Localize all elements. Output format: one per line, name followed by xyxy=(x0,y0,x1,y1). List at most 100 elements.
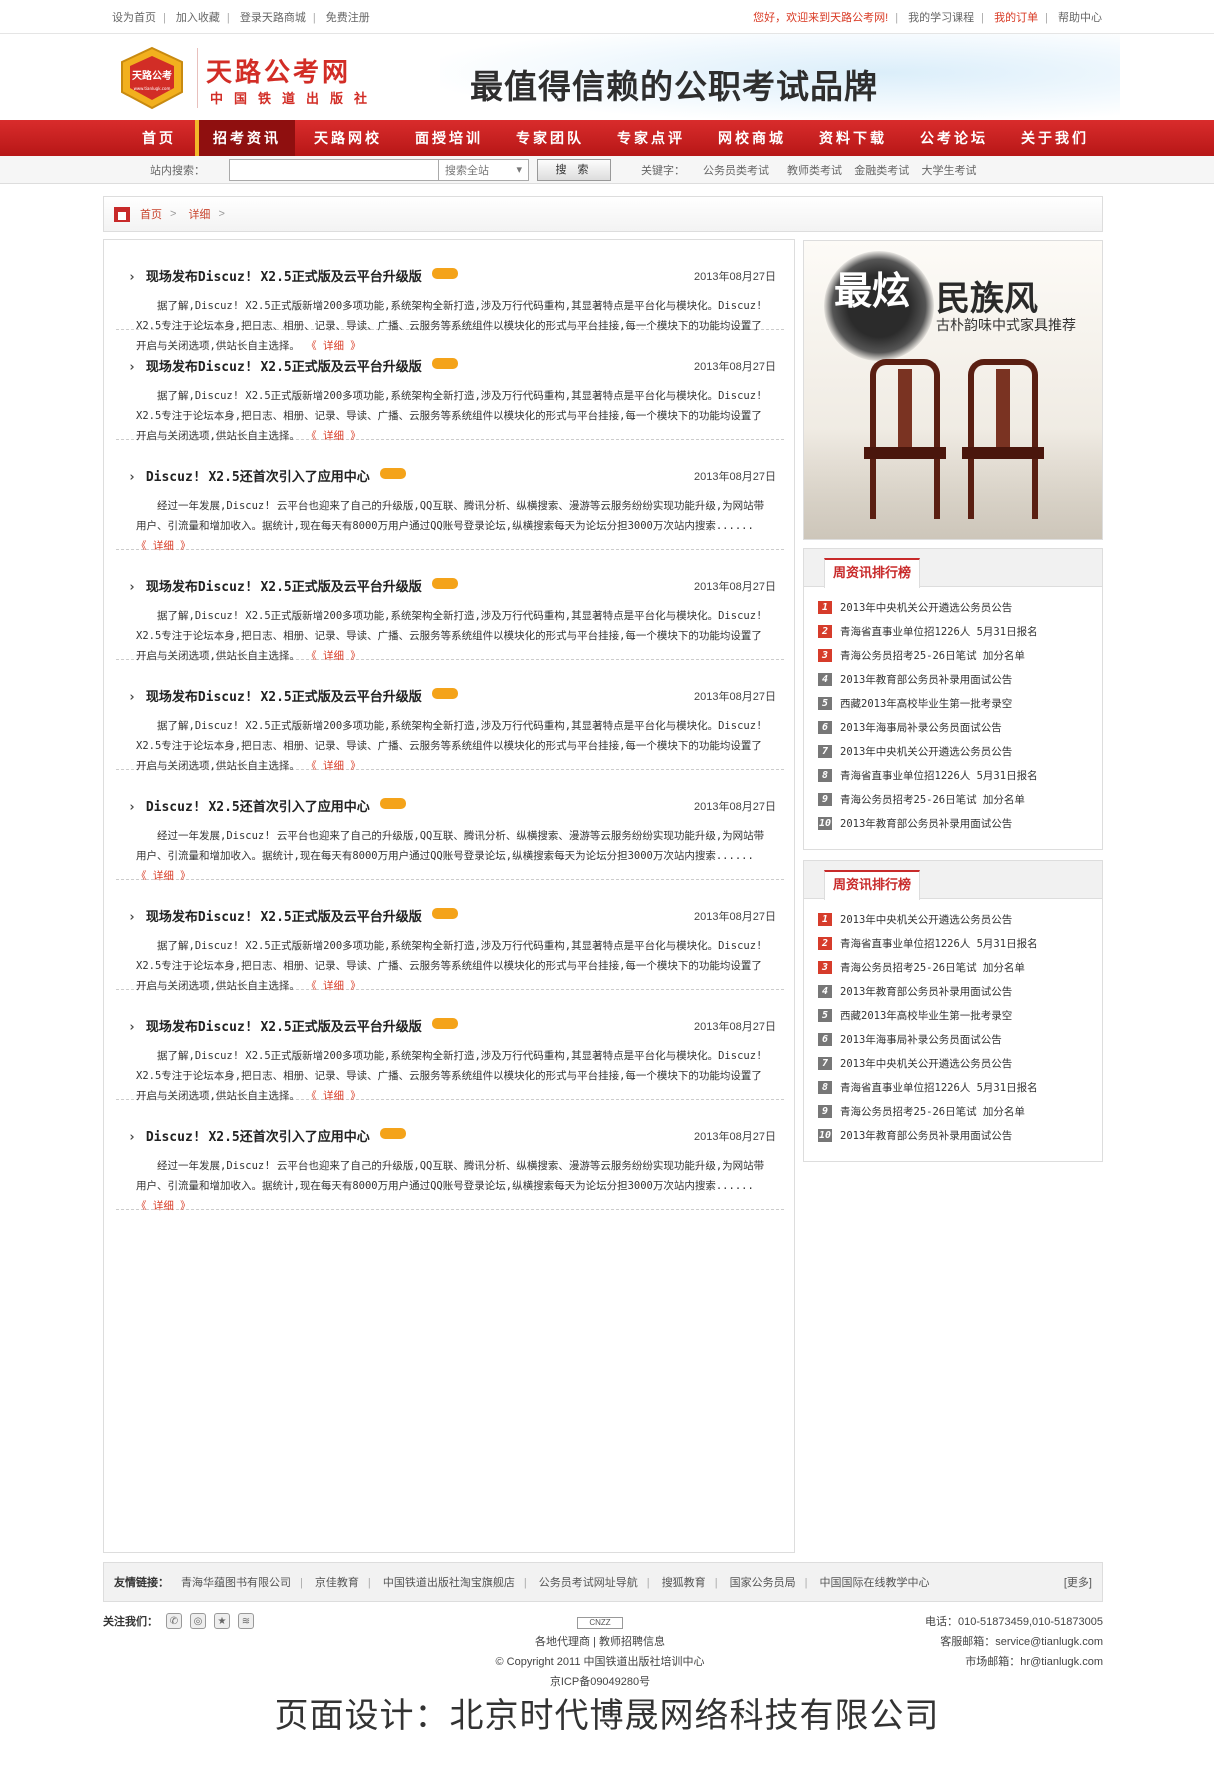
search-button[interactable]: 搜 索 xyxy=(537,158,611,181)
nav-exam-news[interactable]: 招考资讯 xyxy=(195,120,295,156)
home-icon[interactable] xyxy=(114,206,130,222)
article-title[interactable]: Discuz! X2.5还首次引入了应用中心 xyxy=(128,1126,406,1145)
ranking-item[interactable]: 6 2013年海事局补录公务员面试公告 xyxy=(818,1027,1102,1051)
article-title[interactable]: 现场发布Discuz! X2.5正式版及云平台升级版 xyxy=(128,686,458,705)
rank-number: 1 xyxy=(818,600,832,614)
ad-badge: 最炫 xyxy=(834,268,911,313)
article-title[interactable]: 现场发布Discuz! X2.5正式版及云平台升级版 xyxy=(128,1016,458,1035)
designer-credit: 页面设计：北京时代博晟网络科技有限公司 xyxy=(274,1697,940,1735)
keyword-teacher[interactable]: 教师类考试 xyxy=(787,162,842,178)
friend-link[interactable]: 京佳教育 xyxy=(315,1577,359,1589)
ranking-item[interactable]: 10 2013年教育部公务员补录用面试公告 xyxy=(818,1123,1102,1147)
friend-link[interactable]: 搜狐教育 xyxy=(662,1577,706,1589)
furniture-ad-banner[interactable]: 最炫 民族风 古朴韵味中式家具推荐 xyxy=(803,240,1103,540)
breadcrumb-detail[interactable]: 详细 xyxy=(188,206,210,222)
nav-expert-review[interactable]: 专家点评 xyxy=(603,120,699,156)
ranking-title[interactable]: 周资讯排行榜 xyxy=(824,558,921,588)
ranking-item[interactable]: 3 青海公务员招考25-26日笔试 加分名单 xyxy=(818,955,1102,979)
new-badge-icon xyxy=(431,578,458,589)
my-orders-link[interactable]: 我的订单 xyxy=(994,12,1038,24)
ranking-item[interactable]: 5 西藏2013年高校毕业生第一批考录空 xyxy=(818,691,1102,715)
site-name[interactable]: 天路公考网 xyxy=(206,52,351,89)
article-title[interactable]: 现场发布Discuz! X2.5正式版及云平台升级版 xyxy=(128,356,458,375)
article-date: 2013年08月27日 xyxy=(694,471,776,483)
rank-number: 2 xyxy=(818,624,832,638)
ranking-item[interactable]: 1 2013年中央机关公开遴选公务员公告 xyxy=(818,595,1102,619)
ranking-item[interactable]: 4 2013年教育部公务员补录用面试公告 xyxy=(818,979,1102,1003)
ranking-title[interactable]: 周资讯排行榜 xyxy=(824,870,921,900)
qq-icon[interactable]: ✆ xyxy=(166,1613,182,1629)
ranking-list: 1 2013年中央机关公开遴选公务员公告 2 青海省直事业单位招1226人 5月31… xyxy=(804,587,1102,835)
breadcrumb-home[interactable]: 首页 xyxy=(140,206,162,222)
rank-number: 4 xyxy=(818,984,832,998)
register-link[interactable]: 免费注册 xyxy=(326,12,370,24)
list-item: 现场发布Discuz! X2.5正式版及云平台升级版 2013年08月27日 据… xyxy=(116,240,784,352)
logo-badge-icon[interactable]: 天路公考 www.tianlugk.com xyxy=(118,46,186,110)
friend-link[interactable]: 公务员考试网址导航 xyxy=(539,1577,638,1589)
rank-number: 1 xyxy=(818,912,832,926)
more-links-button[interactable]: [更多] xyxy=(1064,1574,1092,1590)
ranking-item[interactable]: 4 2013年教育部公务员补录用面试公告 xyxy=(818,667,1102,691)
nav-school-mall[interactable]: 网校商城 xyxy=(704,120,800,156)
article-summary: 据了解,Discuz! X2.5正式版新增200多项功能,系统架构全新打造,涉及… xyxy=(136,720,763,772)
ranking-item[interactable]: 6 2013年海事局补录公务员面试公告 xyxy=(818,715,1102,739)
ranking-item[interactable]: 2 青海省直事业单位招1226人 5月31日报名 xyxy=(818,619,1102,643)
friend-link[interactable]: 青海华蕴图书有限公司 xyxy=(181,1577,291,1589)
nav-downloads[interactable]: 资料下载 xyxy=(805,120,901,156)
chevron-right-icon: > xyxy=(170,208,177,220)
help-center-link[interactable]: 帮助中心 xyxy=(1058,12,1102,24)
my-courses-link[interactable]: 我的学习课程 xyxy=(908,12,974,24)
mountain-backdrop xyxy=(804,429,1102,539)
nav-about[interactable]: 关于我们 xyxy=(1007,120,1103,156)
ranking-item[interactable]: 8 青海省直事业单位招1226人 5月31日报名 xyxy=(818,763,1102,787)
friend-link[interactable]: 国家公务员局 xyxy=(730,1577,796,1589)
new-badge-icon xyxy=(431,358,458,369)
chair-image xyxy=(962,359,1044,519)
nav-home[interactable]: 首页 xyxy=(128,120,190,156)
follow-label: 关注我们： xyxy=(103,1616,158,1628)
nav-classroom-training[interactable]: 面授培训 xyxy=(401,120,497,156)
add-favorite-link[interactable]: 加入收藏 xyxy=(176,12,220,24)
rank-number: 8 xyxy=(818,768,832,782)
ranking-item[interactable]: 2 青海省直事业单位招1226人 5月31日报名 xyxy=(818,931,1102,955)
nav-forum[interactable]: 公考论坛 xyxy=(906,120,1002,156)
ranking-item[interactable]: 7 2013年中央机关公开遴选公务员公告 xyxy=(818,739,1102,763)
login-mall-link[interactable]: 登录天路商城 xyxy=(240,12,306,24)
article-detail-link[interactable]: 《 详细 》 xyxy=(136,1200,191,1212)
ranking-item[interactable]: 5 西藏2013年高校毕业生第一批考录空 xyxy=(818,1003,1102,1027)
friend-link[interactable]: 中国铁道出版社淘宝旗舰店 xyxy=(383,1577,515,1589)
follow-us: 关注我们： ✆ ◎ ★ ≋ xyxy=(103,1613,254,1629)
keyword-civil-servant[interactable]: 公务员类考试 xyxy=(703,165,769,177)
keyword-graduate[interactable]: 大学生考试 xyxy=(921,162,976,178)
ranking-item[interactable]: 7 2013年中央机关公开遴选公务员公告 xyxy=(818,1051,1102,1075)
ranking-item[interactable]: 1 2013年中央机关公开遴选公务员公告 xyxy=(818,907,1102,931)
keyword-finance[interactable]: 金融类考试 xyxy=(854,162,909,178)
ranking-item[interactable]: 3 青海公务员招考25-26日笔试 加分名单 xyxy=(818,643,1102,667)
list-item: 现场发布Discuz! X2.5正式版及云平台升级版 2013年08月27日 据… xyxy=(116,330,784,442)
article-title[interactable]: Discuz! X2.5还首次引入了应用中心 xyxy=(128,796,406,815)
nav-expert-team[interactable]: 专家团队 xyxy=(502,120,598,156)
search-input[interactable] xyxy=(229,158,439,181)
footer-agents-link[interactable]: 各地代理商 xyxy=(535,1636,590,1648)
friend-link[interactable]: 中国国际在线教学中心 xyxy=(820,1577,930,1589)
rss-icon[interactable]: ≋ xyxy=(238,1613,254,1629)
contact-phone: 电话：010-51873459,010-51873005 xyxy=(925,1616,1103,1628)
article-summary: 经过一年发展,Discuz! 云平台也迎来了自己的升级版,QQ互联、腾讯分析、纵… xyxy=(136,830,765,882)
article-title[interactable]: Discuz! X2.5还首次引入了应用中心 xyxy=(128,466,406,485)
ranking-item[interactable]: 9 青海公务员招考25-26日笔试 加分名单 xyxy=(818,1099,1102,1123)
article-summary: 经过一年发展,Discuz! 云平台也迎来了自己的升级版,QQ互联、腾讯分析、纵… xyxy=(136,1160,765,1212)
cnzz-badge[interactable]: CNZZ xyxy=(577,1617,623,1629)
article-title[interactable]: 现场发布Discuz! X2.5正式版及云平台升级版 xyxy=(128,266,458,285)
article-list: 现场发布Discuz! X2.5正式版及云平台升级版 2013年08月27日 据… xyxy=(103,239,795,1553)
ranking-item[interactable]: 10 2013年教育部公务员补录用面试公告 xyxy=(818,811,1102,835)
weibo-icon[interactable]: ◎ xyxy=(190,1613,206,1629)
search-scope-select[interactable]: 搜索全站 ▾ xyxy=(439,158,529,181)
ranking-item[interactable]: 9 青海公务员招考25-26日笔试 加分名单 xyxy=(818,787,1102,811)
ranking-item[interactable]: 8 青海省直事业单位招1226人 5月31日报名 xyxy=(818,1075,1102,1099)
nav-online-school[interactable]: 天路网校 xyxy=(300,120,396,156)
article-title[interactable]: 现场发布Discuz! X2.5正式版及云平台升级版 xyxy=(128,576,458,595)
set-homepage-link[interactable]: 设为首页 xyxy=(112,12,156,24)
article-title[interactable]: 现场发布Discuz! X2.5正式版及云平台升级版 xyxy=(128,906,458,925)
star-icon[interactable]: ★ xyxy=(214,1613,230,1629)
footer-teacher-jobs-link[interactable]: 教师招聘信息 xyxy=(599,1636,665,1648)
